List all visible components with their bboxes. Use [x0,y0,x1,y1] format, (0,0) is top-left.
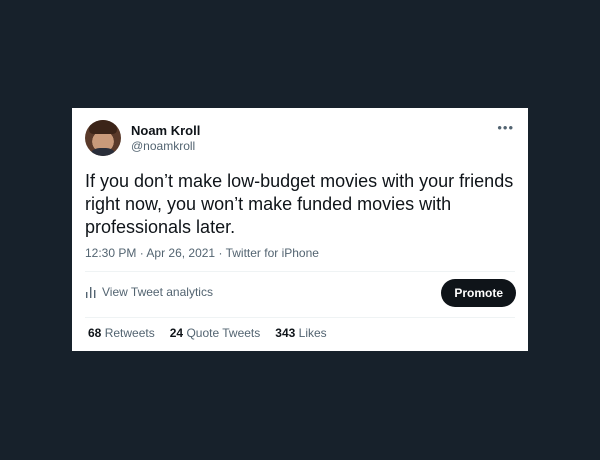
promote-button[interactable]: Promote [441,279,516,307]
tweet-meta: 12:30 PM · Apr 26, 2021 · Twitter for iP… [85,246,319,260]
quotes-stat[interactable]: 24 Quote Tweets [170,326,261,340]
quotes-count: 24 [169,326,184,340]
tweet-source[interactable]: Twitter for iPhone [226,246,319,260]
view-analytics-link[interactable]: View Tweet analytics [85,285,213,299]
retweets-stat[interactable]: 68 Retweets [88,326,155,340]
tweet-stats: 68 Retweets 24 Quote Tweets 343 Likes [88,326,327,340]
likes-count: 343 [275,326,296,340]
tweet-card: Noam Kroll @noamkroll ••• If you don’t m… [72,108,528,351]
tweet-date[interactable]: Apr 26, 2021 [146,246,215,260]
tweet-text: If you don’t make low-budget movies with… [85,171,514,237]
tweet-time[interactable]: 12:30 PM [85,246,136,260]
retweets-count: 68 [88,326,102,340]
avatar-hair [89,120,117,134]
quotes-label: Quote Tweets [186,326,261,340]
divider [85,271,515,272]
meta-separator: · [215,246,226,260]
likes-stat[interactable]: 343 Likes [275,326,326,340]
avatar-shirt [88,148,118,156]
more-horizontal-icon[interactable]: ••• [497,120,514,135]
divider [85,317,515,318]
user-handle[interactable]: @noamkroll [131,139,195,153]
avatar[interactable] [85,120,121,156]
bar-chart-icon [86,287,96,298]
likes-label: Likes [298,326,327,340]
analytics-label: View Tweet analytics [102,285,213,299]
user-name[interactable]: Noam Kroll [131,123,200,138]
meta-separator: · [136,246,147,260]
retweets-label: Retweets [104,326,155,340]
